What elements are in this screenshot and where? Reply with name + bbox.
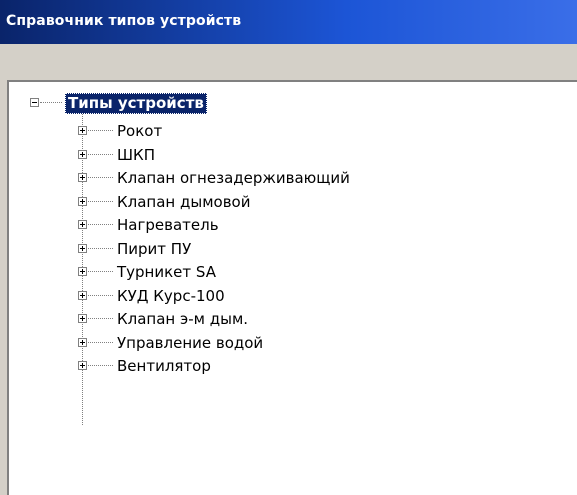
expand-icon[interactable] — [78, 337, 87, 347]
expand-icon[interactable] — [78, 314, 87, 323]
tree-item[interactable]: Турникет SA — [9, 260, 569, 284]
tree-item[interactable]: КУД Курс-100 — [9, 284, 569, 308]
tree-item-label: КУД Курс-100 — [117, 286, 225, 305]
tree-item-label: Вентилятор — [117, 357, 211, 375]
tree-connector — [88, 224, 113, 225]
tree-connector — [88, 130, 113, 131]
tree-connector — [88, 177, 113, 178]
tree-item-label: Клапан огнезадерживающий — [117, 169, 350, 187]
title-bar[interactable]: Справочник типов устройств — [0, 0, 577, 44]
expand-icon[interactable] — [78, 243, 87, 253]
tree-item-label: Клапан дымовой — [117, 192, 251, 211]
tree-connector — [88, 318, 113, 319]
tree-content: Типы устройств Рокот ШКП Клапан огнезадерж… — [9, 82, 577, 495]
tree-item[interactable]: Нагреватель — [9, 213, 569, 237]
expand-icon[interactable] — [78, 361, 87, 370]
tree-connector — [88, 247, 113, 249]
tree-root-label[interactable]: Типы устройств — [65, 93, 207, 114]
tree-item-label: ШКП — [117, 145, 155, 164]
tree-view[interactable]: Типы устройств Рокот ШКП Клапан огнезадерж… — [7, 80, 577, 495]
toolbar-strip — [0, 44, 577, 74]
expand-icon[interactable] — [78, 149, 87, 159]
tree-item[interactable]: Пирит ПУ — [9, 237, 569, 261]
tree-item-label: Нагреватель — [117, 216, 219, 234]
expand-icon[interactable] — [78, 173, 87, 182]
tree-connector — [40, 102, 62, 103]
tree-item[interactable]: Клапан огнезадерживающий — [9, 166, 569, 190]
tree-item[interactable]: Управление водой — [9, 331, 569, 355]
tree-connector — [88, 341, 113, 343]
expand-icon[interactable] — [78, 126, 87, 135]
tree-item[interactable]: Рокот — [9, 119, 569, 143]
tree-connector — [88, 153, 113, 155]
tree-item[interactable]: Клапан э-м дым. — [9, 307, 569, 331]
tree-item[interactable]: ШКП — [9, 143, 569, 167]
expand-icon[interactable] — [78, 267, 87, 276]
collapse-icon[interactable] — [30, 98, 39, 107]
tree-connector — [88, 200, 113, 202]
tree-item-label: Пирит ПУ — [117, 239, 192, 258]
expand-icon[interactable] — [78, 196, 87, 206]
expand-icon[interactable] — [78, 220, 87, 229]
tree-connector — [88, 294, 113, 296]
tree-connector — [88, 365, 113, 366]
tree-item[interactable]: Клапан дымовой — [9, 190, 569, 214]
tree-item-label: Клапан э-м дым. — [117, 310, 249, 328]
tree-connector — [88, 271, 113, 272]
tree-item-label: Управление водой — [117, 333, 264, 352]
tree-item-label: Рокот — [117, 122, 163, 140]
tree-item-label: Турникет SA — [117, 263, 216, 281]
window-title: Справочник типов устройств — [6, 13, 242, 29]
tree-item[interactable]: Вентилятор — [9, 354, 569, 378]
expand-icon[interactable] — [78, 290, 87, 300]
